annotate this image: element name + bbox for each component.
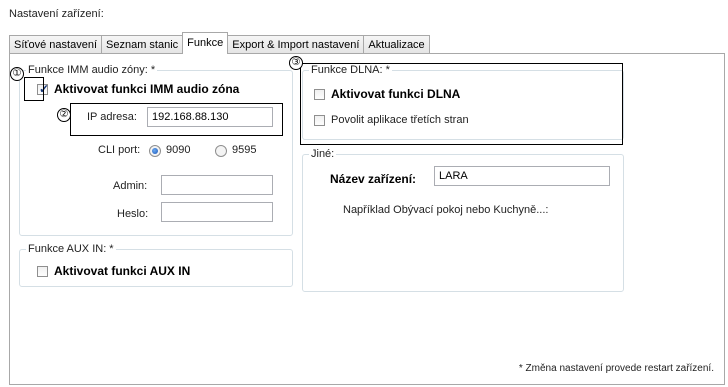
cli-port-9595-radio[interactable] [215, 145, 227, 157]
callout-marker-3: ③ [289, 56, 303, 70]
tab-functions[interactable]: Funkce [182, 32, 229, 54]
tab-export-import[interactable]: Export & Import nastavení [227, 35, 365, 54]
callout-box-1 [24, 77, 44, 101]
other-legend: Jiné: [309, 148, 337, 160]
password-label: Heslo: [117, 208, 149, 220]
cli-port-9090-radio[interactable] [149, 145, 161, 157]
tab-bar: Síťové nastavení Seznam stanic Funkce Ex… [9, 32, 430, 54]
cli-port-9595-label: 9595 [232, 144, 257, 156]
callout-box-2 [70, 103, 283, 136]
password-input[interactable] [161, 202, 273, 222]
admin-input[interactable] [161, 175, 273, 195]
imm-legend: Funkce IMM audio zóny: * [26, 64, 158, 76]
tab-station-list[interactable]: Seznam stanic [101, 35, 184, 54]
device-name-hint: Například Obývací pokoj nebo Kuchyně...: [343, 204, 549, 216]
admin-label: Admin: [113, 180, 148, 192]
settings-title: Nastavení zařízení: [9, 8, 104, 20]
imm-group: Funkce IMM audio zóny: * ✓ Aktivovat fun… [19, 64, 293, 236]
tab-network-settings[interactable]: Síťové nastavení [9, 35, 103, 54]
aux-checkbox[interactable] [37, 266, 48, 277]
callout-box-3 [300, 63, 623, 145]
restart-footnote: * Změna nastavení provede restart zaříze… [518, 363, 714, 374]
device-name-input[interactable] [434, 166, 610, 186]
cli-port-9090-label: 9090 [166, 144, 191, 156]
imm-checkbox-label: Aktivovat funkci IMM audio zóna [54, 82, 240, 96]
aux-group: Funkce AUX IN: * Aktivovat funkci AUX IN [19, 243, 293, 287]
device-name-label: Název zařízení: [330, 172, 417, 186]
cli-port-label: CLI port: [98, 144, 141, 156]
aux-legend: Funkce AUX IN: * [26, 243, 116, 255]
callout-marker-1: ① [10, 67, 24, 81]
other-group: Jiné: Název zařízení: Například Obývací … [302, 148, 624, 292]
callout-marker-2: ② [57, 108, 71, 122]
aux-checkbox-label: Aktivovat funkci AUX IN [54, 264, 191, 278]
tab-update[interactable]: Aktualizace [363, 35, 430, 54]
